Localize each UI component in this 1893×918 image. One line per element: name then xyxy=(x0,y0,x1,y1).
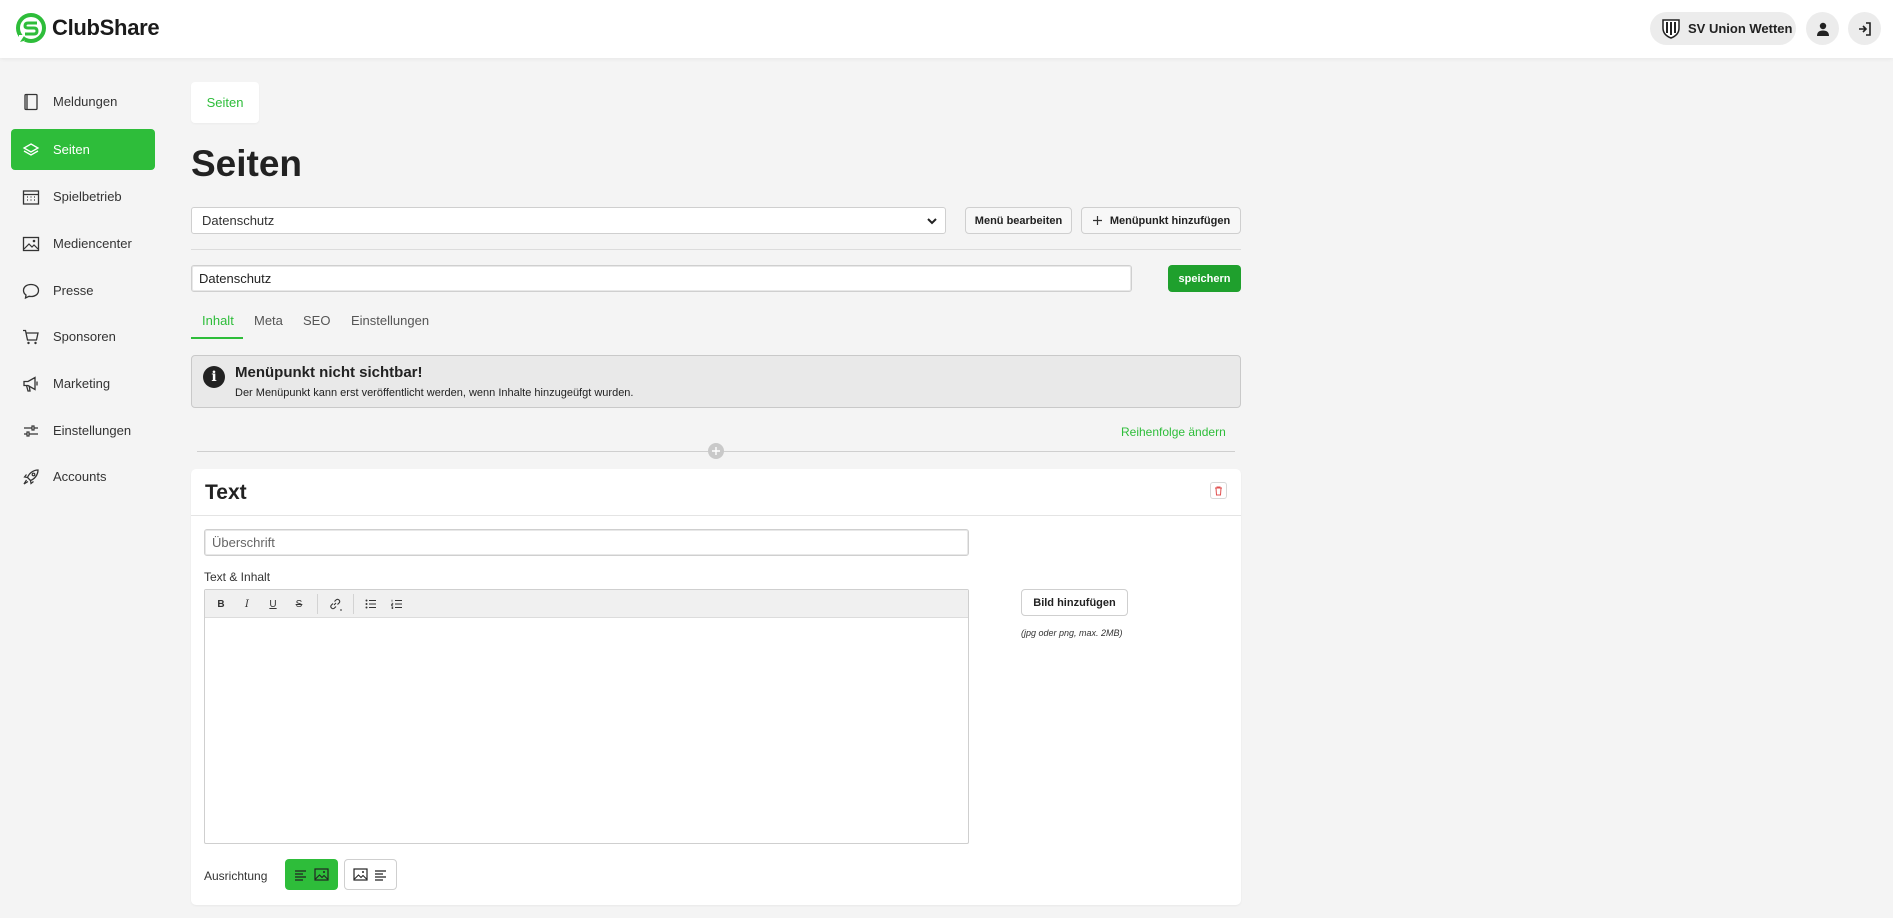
user-button[interactable] xyxy=(1806,12,1839,45)
underline-button[interactable]: U xyxy=(263,595,283,613)
bullet-list-button[interactable] xyxy=(361,595,381,613)
numbered-list-icon xyxy=(391,599,402,609)
add-menu-item-button[interactable]: Menüpunkt hinzufügen xyxy=(1081,207,1241,234)
book-icon xyxy=(24,93,38,110)
text-align-icon xyxy=(375,869,386,881)
cart-icon xyxy=(23,329,39,344)
rich-text-editor[interactable]: B I U S xyxy=(204,589,969,844)
sidebar-item-meldungen[interactable]: Meldungen xyxy=(11,81,155,122)
clubshare-logo-icon xyxy=(16,13,46,43)
add-block-button[interactable] xyxy=(708,443,724,459)
add-image-button[interactable]: Bild hinzufügen xyxy=(1021,589,1128,616)
save-button[interactable]: speichern xyxy=(1168,265,1241,292)
italic-button[interactable]: I xyxy=(237,595,257,613)
sidebar-item-marketing[interactable]: Marketing xyxy=(11,363,155,404)
top-bar: ClubShare SV Union Wetten xyxy=(0,0,1893,58)
sidebar-item-mediencenter[interactable]: Mediencenter xyxy=(11,223,155,264)
align-text-left-image-right-button[interactable] xyxy=(285,859,338,890)
alert-text: Der Menüpunkt kann erst veröffentlicht w… xyxy=(235,387,634,399)
tab-seo[interactable]: SEO xyxy=(303,313,330,339)
text-block-card: Text Überschrift Text & Inhalt B I U S B… xyxy=(191,469,1241,905)
block-title: Text xyxy=(205,481,247,504)
delete-block-button[interactable] xyxy=(1210,482,1227,499)
visibility-alert: i Menüpunkt nicht sichtbar! Der Menüpunk… xyxy=(191,355,1241,408)
bullet-list-icon xyxy=(365,599,376,609)
megaphone-icon xyxy=(23,375,38,392)
app-name: ClubShare xyxy=(52,15,160,40)
divider xyxy=(191,249,1241,250)
menu-select[interactable]: Datenschutz xyxy=(191,207,946,234)
trash-icon xyxy=(1215,486,1222,495)
user-icon xyxy=(1816,22,1829,36)
edit-menu-button[interactable]: Menü bearbeiten xyxy=(965,207,1072,234)
sidebar-item-sponsoren[interactable]: Sponsoren xyxy=(11,316,155,357)
sidebar-item-seiten[interactable]: Seiten xyxy=(11,129,155,170)
link-icon xyxy=(330,598,342,611)
info-icon: i xyxy=(203,366,225,388)
page-title: Seiten xyxy=(191,143,303,184)
align-image-left-text-right-button[interactable] xyxy=(344,859,397,890)
club-switcher[interactable]: SV Union Wetten xyxy=(1650,12,1796,45)
logout-button[interactable] xyxy=(1848,12,1881,45)
sidebar-item-accounts[interactable]: Accounts xyxy=(11,456,155,497)
rocket-icon xyxy=(23,468,39,485)
bold-button[interactable]: B xyxy=(211,595,231,613)
text-content-label: Text & Inhalt xyxy=(204,570,271,584)
alignment-label: Ausrichtung xyxy=(204,869,268,883)
reorder-link[interactable]: Reihenfolge ändern xyxy=(1121,425,1226,439)
plus-icon xyxy=(1092,216,1102,225)
sidebar-item-spielbetrieb[interactable]: Spielbetrieb xyxy=(11,176,155,217)
logout-icon xyxy=(1858,21,1871,36)
sidebar-item-presse[interactable]: Presse xyxy=(11,270,155,311)
chat-icon xyxy=(22,283,40,299)
sidebar-item-einstellungen[interactable]: Einstellungen xyxy=(11,410,155,451)
tab-einstellungen[interactable]: Einstellungen xyxy=(351,313,429,339)
toolbar-separator xyxy=(353,594,354,614)
numbered-list-button[interactable] xyxy=(387,595,407,613)
logo[interactable]: ClubShare xyxy=(16,13,160,43)
image-icon xyxy=(353,868,368,881)
calendar-icon xyxy=(22,189,40,205)
sliders-icon xyxy=(24,424,38,437)
toolbar-separator xyxy=(317,594,318,614)
editor-toolbar: B I U S xyxy=(205,590,968,618)
image-icon xyxy=(22,236,40,251)
menu-select-value: Datenschutz xyxy=(202,213,275,228)
alert-title: Menüpunkt nicht sichtbar! xyxy=(235,364,423,381)
page-name-input[interactable]: Datenschutz xyxy=(191,265,1132,292)
image-icon xyxy=(314,868,329,881)
image-hint: (jpg oder png, max. 2MB) xyxy=(1021,628,1123,638)
tab-inhalt[interactable]: Inhalt xyxy=(191,313,243,339)
link-button[interactable] xyxy=(325,595,345,613)
breadcrumb[interactable]: Seiten xyxy=(191,82,259,123)
text-align-icon xyxy=(295,869,306,881)
tab-meta[interactable]: Meta xyxy=(254,313,283,339)
card-divider xyxy=(191,515,1241,516)
plus-icon xyxy=(712,447,720,455)
chevron-down-icon xyxy=(927,218,937,225)
heading-input[interactable]: Überschrift xyxy=(204,529,969,556)
strikethrough-button[interactable]: S xyxy=(289,595,309,613)
club-name: SV Union Wetten xyxy=(1688,21,1793,36)
club-crest-icon xyxy=(1662,18,1680,39)
layers-icon xyxy=(22,142,40,156)
